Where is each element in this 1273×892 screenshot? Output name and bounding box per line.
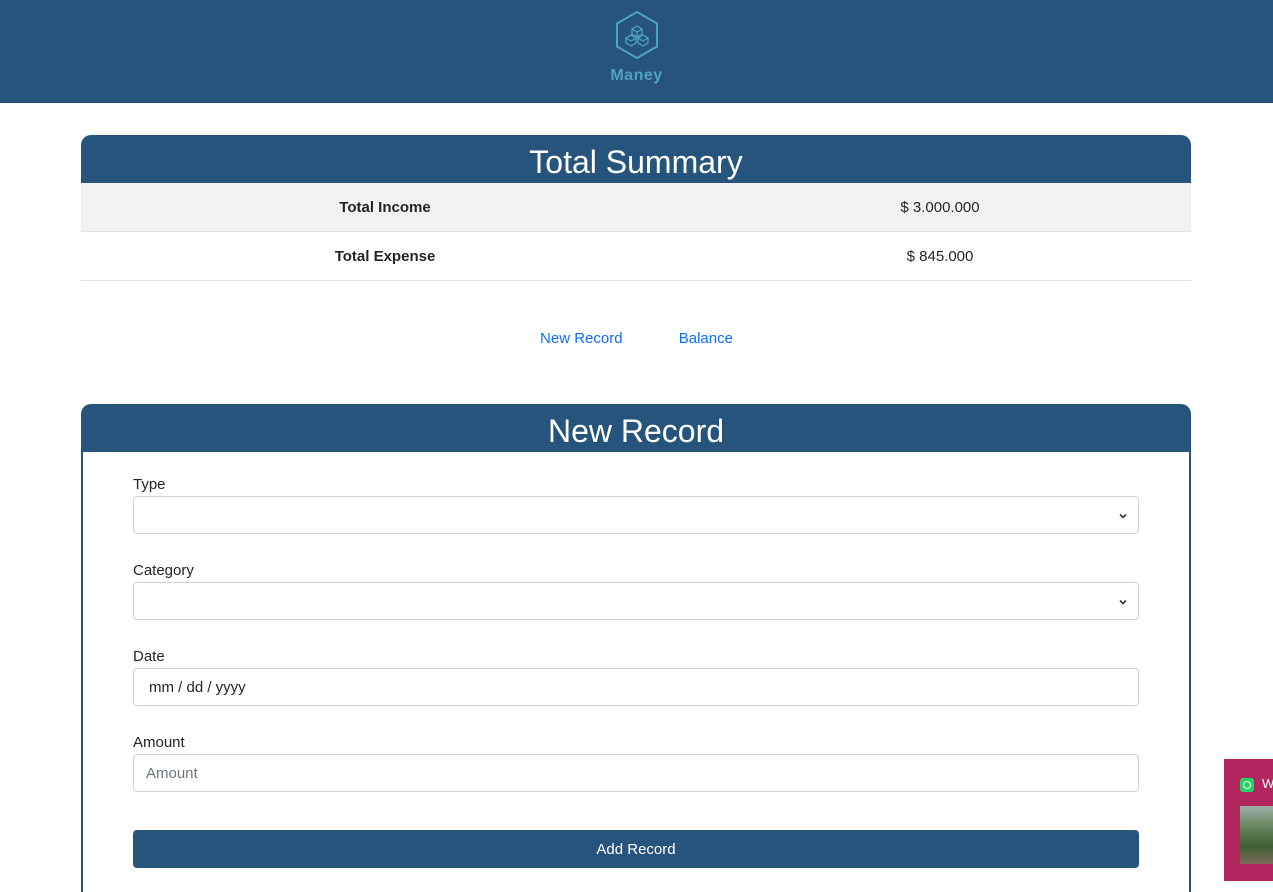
type-field: Type [133, 476, 1139, 534]
table-row: Total Income $ 3.000.000 [81, 183, 1191, 232]
type-select[interactable] [133, 496, 1139, 534]
amount-input[interactable]: Amount [133, 754, 1139, 792]
widget-thumbnail [1240, 806, 1273, 864]
hexagon-cubes-icon [615, 10, 658, 60]
total-expense-label: Total Expense [334, 248, 436, 265]
add-record-button[interactable]: Add Record [133, 830, 1139, 868]
date-placeholder: mm / dd / yyyy [149, 679, 246, 696]
date-input[interactable]: mm / dd / yyyy [133, 668, 1139, 706]
section-nav: New Record Balance [0, 330, 1273, 347]
total-summary-card: Total Summary Total Income $ 3.000.000 T… [81, 135, 1191, 281]
balance-link[interactable]: Balance [679, 330, 733, 347]
widget-text: W [1262, 776, 1273, 791]
total-expense-value: $ 845.000 [906, 248, 974, 265]
total-summary-title: Total Summary [81, 135, 1191, 183]
chevron-down-icon [1119, 513, 1127, 519]
date-field: Date mm / dd / yyyy [133, 648, 1139, 706]
new-record-card: New Record Type Category Date mm / dd / … [81, 404, 1191, 892]
new-record-link[interactable]: New Record [540, 330, 623, 347]
amount-label: Amount [133, 734, 185, 751]
total-income-value: $ 3.000.000 [900, 199, 980, 216]
category-select[interactable] [133, 582, 1139, 620]
total-income-label: Total Income [339, 199, 431, 216]
new-record-form: Type Category Date mm / dd / yyyy Amount… [81, 452, 1191, 892]
top-navbar: Maney [0, 0, 1273, 103]
category-field: Category [133, 562, 1139, 620]
chevron-down-icon [1119, 599, 1127, 605]
whatsapp-widget[interactable]: W [1224, 759, 1273, 881]
amount-field: Amount Amount [133, 734, 1139, 792]
amount-placeholder: Amount [146, 765, 198, 782]
category-label: Category [133, 562, 194, 579]
date-label: Date [133, 648, 165, 665]
new-record-title: New Record [81, 404, 1191, 452]
table-row: Total Expense $ 845.000 [81, 232, 1191, 281]
type-label: Type [133, 476, 166, 493]
brand-name: Maney [610, 67, 663, 84]
whatsapp-icon [1240, 778, 1254, 792]
brand[interactable]: Maney [0, 10, 1273, 85]
